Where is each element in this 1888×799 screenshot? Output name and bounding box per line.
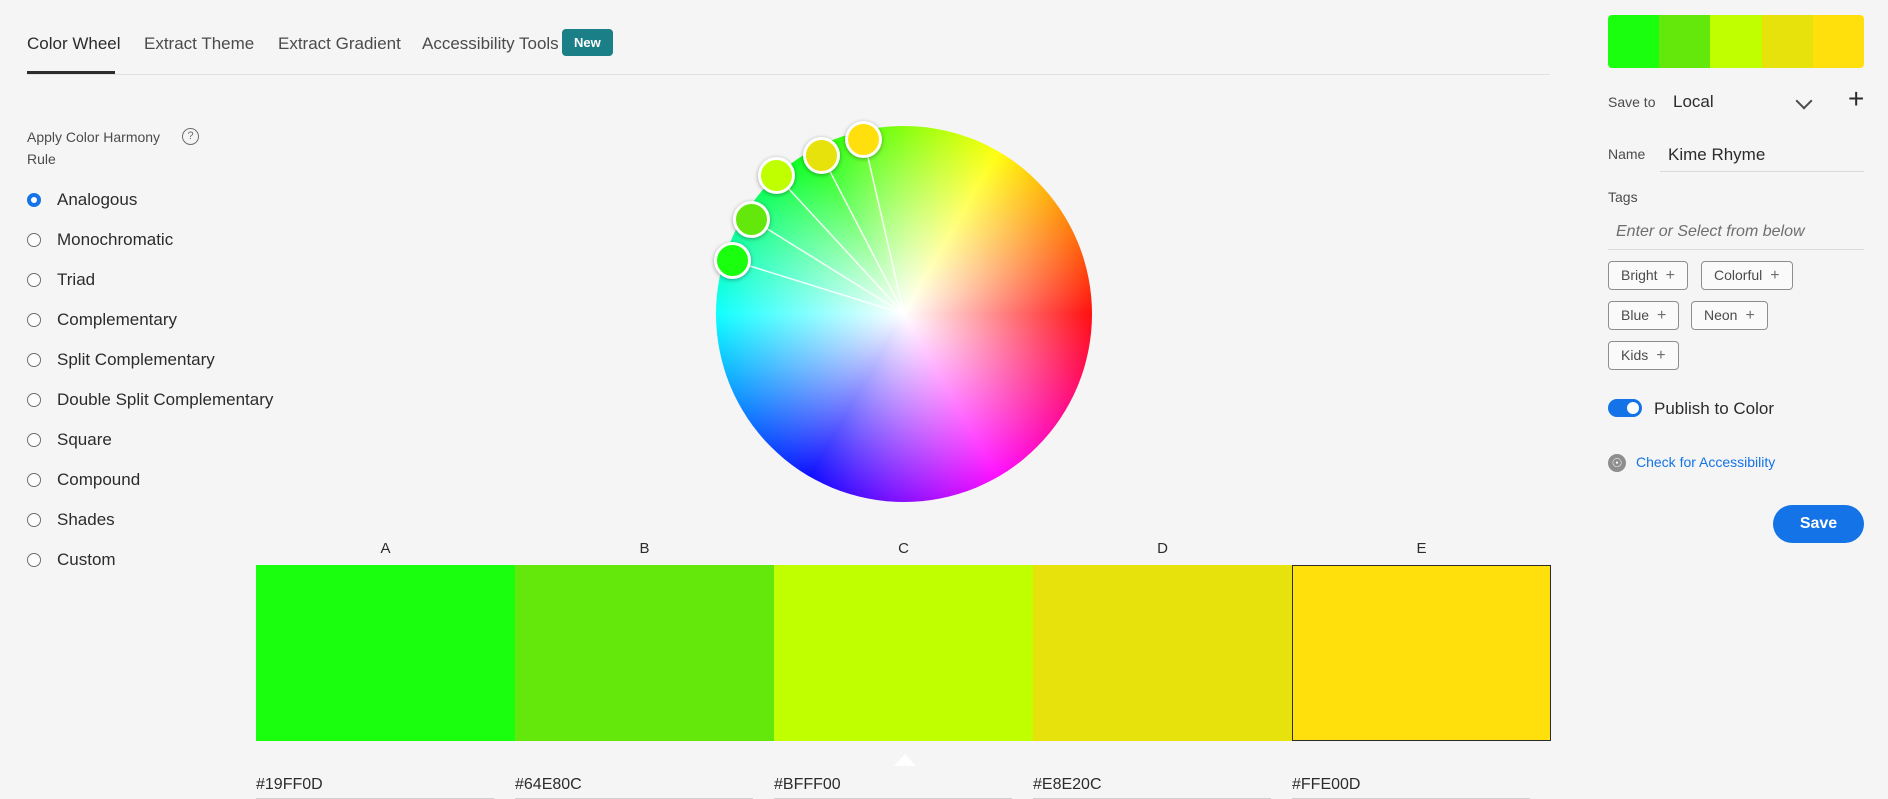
swatch-d[interactable]: [1033, 565, 1292, 741]
save-to-label: Save to: [1608, 94, 1656, 110]
connector-line: [863, 139, 905, 315]
tab-color-wheel[interactable]: Color Wheel: [27, 34, 121, 54]
swatch-a[interactable]: [256, 565, 515, 741]
swatch-letter: C: [898, 540, 909, 557]
color-wheel[interactable]: [714, 121, 1092, 502]
swatch-e[interactable]: [1292, 565, 1551, 741]
active-tab-indicator: [27, 71, 115, 74]
tab-accessibility-tools[interactable]: Accessibility Tools: [422, 34, 559, 54]
save-button[interactable]: Save: [1773, 505, 1864, 543]
save-to-select[interactable]: Local: [1673, 92, 1714, 112]
tag-kids[interactable]: Kids +: [1608, 341, 1679, 370]
palette-preview: [1608, 15, 1864, 68]
swatch-letter: D: [1157, 540, 1168, 557]
plus-icon: +: [1665, 267, 1675, 284]
swatch-b[interactable]: [515, 565, 774, 741]
connector-line: [821, 155, 905, 315]
wheel-handle-c[interactable]: [758, 157, 795, 194]
palette-preview-b: [1659, 15, 1711, 68]
name-input[interactable]: [1660, 138, 1864, 172]
rule-label: Square: [57, 430, 112, 449]
radio-icon[interactable]: [27, 473, 41, 487]
wheel-handle-a[interactable]: [714, 242, 751, 279]
hex-value[interactable]: #FFE00D: [1292, 776, 1360, 794]
new-badge: New: [562, 29, 613, 56]
add-library-button[interactable]: +: [1848, 85, 1864, 113]
radio-icon[interactable]: [27, 553, 41, 567]
wheel-handle-b[interactable]: [733, 201, 770, 238]
swatch-letter: A: [380, 540, 391, 557]
wheel-handle-d[interactable]: [803, 137, 840, 174]
radio-checked-icon[interactable]: [27, 193, 41, 207]
tags-label: Tags: [1608, 189, 1638, 205]
palette-preview-e: [1812, 15, 1864, 68]
radio-icon[interactable]: [27, 433, 41, 447]
swatch-letter: E: [1416, 540, 1427, 557]
base-color-triangle-icon: [894, 754, 916, 766]
rule-label: Custom: [57, 550, 116, 569]
connector-line: [733, 260, 905, 315]
radio-icon[interactable]: [27, 393, 41, 407]
name-label: Name: [1608, 146, 1646, 162]
radio-icon[interactable]: [27, 233, 41, 247]
tags-input[interactable]: [1608, 214, 1864, 250]
tab-extract-theme[interactable]: Extract Theme: [144, 34, 254, 54]
radio-icon[interactable]: [27, 313, 41, 327]
rule-label: Analogous: [57, 190, 138, 209]
check-accessibility-link[interactable]: Check for Accessibility: [1636, 454, 1775, 470]
hex-value[interactable]: #64E80C: [515, 776, 582, 794]
swatch-letter: B: [639, 540, 650, 557]
tag-label: Neon: [1704, 307, 1738, 323]
rule-label: Monochromatic: [57, 230, 174, 249]
rule-label: Double Split Complementary: [57, 390, 274, 409]
tab-extract-gradient[interactable]: Extract Gradient: [278, 34, 401, 54]
hex-value[interactable]: #E8E20C: [1033, 776, 1102, 794]
chevron-down-icon[interactable]: [1795, 92, 1813, 110]
toggle-knob: [1627, 402, 1639, 414]
rule-label: Compound: [57, 470, 141, 489]
harmony-rule-label: Apply Color Harmony Rule: [27, 129, 161, 167]
rule-label: Complementary: [57, 310, 177, 329]
tag-label: Bright: [1621, 267, 1658, 283]
radio-icon[interactable]: [27, 353, 41, 367]
plus-icon: +: [1656, 347, 1666, 364]
connector-line: [776, 175, 905, 315]
swatch-c[interactable]: [774, 565, 1033, 766]
tag-label: Blue: [1621, 307, 1650, 323]
plus-icon: +: [1657, 307, 1667, 324]
tag-bright[interactable]: Bright +: [1608, 261, 1688, 290]
accessibility-icon: ☉: [1608, 454, 1626, 472]
hex-value[interactable]: #BFFF00: [774, 776, 841, 794]
palette-preview-c: [1710, 15, 1762, 68]
hex-value[interactable]: #19FF0D: [256, 776, 323, 794]
publish-label: Publish to Color: [1654, 399, 1775, 418]
connector-line: [752, 219, 905, 315]
help-icon[interactable]: ?: [182, 128, 199, 145]
tag-label: Kids: [1621, 347, 1649, 363]
tag-label: Colorful: [1714, 267, 1763, 283]
rule-label: Shades: [57, 510, 115, 529]
palette-preview-d: [1761, 15, 1813, 68]
tab-bar: Color Wheel Extract Theme Extract Gradie…: [27, 0, 1550, 75]
plus-icon: +: [1745, 307, 1755, 324]
rule-label: Triad: [57, 270, 96, 289]
rule-label: Split Complementary: [57, 350, 215, 369]
tag-colorful[interactable]: Colorful +: [1701, 261, 1793, 290]
palette-preview-a: [1608, 15, 1660, 68]
tag-blue[interactable]: Blue +: [1608, 301, 1680, 330]
wheel-handle-e[interactable]: [845, 121, 882, 158]
plus-icon: +: [1770, 267, 1780, 284]
tag-neon[interactable]: Neon +: [1691, 301, 1768, 330]
radio-icon[interactable]: [27, 273, 41, 287]
radio-icon[interactable]: [27, 513, 41, 527]
publish-toggle[interactable]: [1608, 399, 1642, 417]
